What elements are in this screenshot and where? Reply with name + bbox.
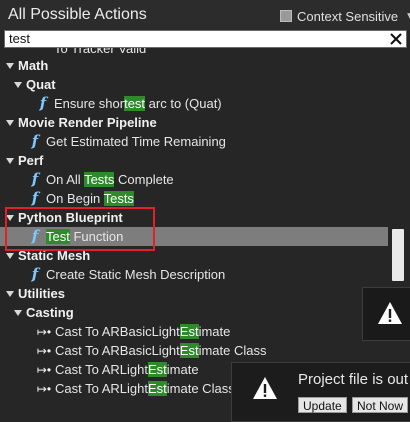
category-label: Math [18,58,49,73]
list-item-on-begin-tests[interactable]: f On Begin Tests [0,189,388,208]
category-label: Perf [18,153,44,168]
expand-triangle-icon[interactable] [6,157,14,164]
category-label: Casting [26,305,74,320]
function-icon: f [31,265,39,283]
context-sensitive-toggle[interactable]: Context Sensitive ▼ [280,8,410,24]
function-icon: f [31,170,39,188]
item-label-pre: Cast To ARBasicLight [55,343,180,358]
list-item-ensure-shortest-arc[interactable]: f Ensure shortest arc to (Quat) [0,94,388,113]
item-label-post: Function [69,229,124,244]
function-icon: f [31,227,39,245]
item-label-pre: On All [46,172,85,187]
expand-triangle-icon[interactable] [6,290,14,297]
close-icon[interactable] [389,32,403,46]
item-label-pre: Cast To ARBasicLight [55,324,180,339]
item-label-pre: Ensure shor [54,96,125,111]
warning-icon [253,377,277,399]
item-label-pre: On Begin [46,191,104,206]
context-sensitive-checkbox[interactable] [280,10,292,22]
notification-text: Project file is out [298,371,409,388]
panel-title: All Possible Actions [8,6,147,23]
item-label-post: imate [166,362,199,377]
expand-triangle-icon[interactable] [6,119,14,126]
chevron-down-icon[interactable]: ▼ [405,11,410,22]
expand-triangle-icon[interactable] [6,62,14,69]
item-label-post: imate Class [198,343,267,358]
search-match-highlight: Test [46,229,70,244]
search-match-highlight: Est [179,343,199,358]
item-label-post: Complete [114,172,174,187]
search-match-highlight: Est [147,362,167,377]
item-label: Create Static Mesh Description [46,267,226,282]
category-label: Utilities [18,286,65,301]
notification-collapsed[interactable] [362,287,410,341]
category-label: Static Mesh [18,248,91,263]
cast-arrow-icon: ↦• [36,363,52,377]
item-label-post: imate [198,324,231,339]
warning-icon [378,302,402,324]
not-now-button[interactable]: Not Now [352,397,409,413]
item-label-pre: Cast To ARLight [55,362,148,377]
category-math[interactable]: Math [0,56,388,75]
search-match-highlight: Est [179,324,199,339]
expand-triangle-icon[interactable] [6,252,14,259]
list-item-get-estimated-time[interactable]: f Get Estimated Time Remaining [0,132,388,151]
list-item-cast-arbasiclightestimate[interactable]: ↦• Cast To ARBasicLightEstimate [0,322,388,341]
list-item-create-static-mesh-description[interactable]: f Create Static Mesh Description [0,265,388,284]
list-item-test-function[interactable]: f Test Function [0,227,388,246]
category-movie-render-pipeline[interactable]: Movie Render Pipeline [0,113,388,132]
action-list: To Tracker Valid Math Quat f Ensure short… [0,48,388,410]
item-label-post: imate Class [166,381,235,396]
search-box [4,30,407,48]
list-item-cast-arbasiclightestimate-class[interactable]: ↦• Cast To ARBasicLightEstimate Class [0,341,388,360]
category-label: Movie Render Pipeline [18,115,157,130]
notification-toast: Project file is out Update Not Now [231,362,410,422]
category-utilities[interactable]: Utilities [0,284,388,303]
function-icon: f [39,94,47,112]
search-match-highlight: Est [147,381,167,396]
search-match-highlight: test [124,96,146,111]
expand-triangle-icon[interactable] [14,309,22,316]
category-casting[interactable]: Casting [0,303,388,322]
list-item-on-all-tests-complete[interactable]: f On All Tests Complete [0,170,388,189]
category-perf[interactable]: Perf [0,151,388,170]
search-match-highlight: Tests [103,191,134,206]
update-button[interactable]: Update [298,397,347,413]
cast-arrow-icon: ↦• [36,382,52,396]
list-item-label: To Tracker Valid [54,48,147,56]
category-quat[interactable]: Quat [0,75,388,94]
expand-triangle-icon[interactable] [14,81,22,88]
cast-arrow-icon: ↦• [36,344,52,358]
item-label-pre: Cast To ARLight [55,381,148,396]
category-static-mesh[interactable]: Static Mesh [0,246,388,265]
cast-arrow-icon: ↦• [36,325,52,339]
panel-header: All Possible Actions Context Sensitive ▼ [0,0,410,30]
context-sensitive-label: Context Sensitive [297,8,399,24]
category-label: Quat [26,77,56,92]
search-input[interactable] [9,31,379,47]
category-label: Python Blueprint [18,210,123,225]
function-icon: f [31,189,39,207]
function-icon: f [31,132,39,150]
expand-triangle-icon[interactable] [6,214,14,221]
category-python-blueprint[interactable]: Python Blueprint [0,208,388,227]
scrollbar-thumb[interactable] [392,229,404,281]
search-match-highlight: Tests [84,172,115,187]
item-label-post: arc to (Quat) [145,96,222,111]
item-label: Get Estimated Time Remaining [46,134,226,149]
